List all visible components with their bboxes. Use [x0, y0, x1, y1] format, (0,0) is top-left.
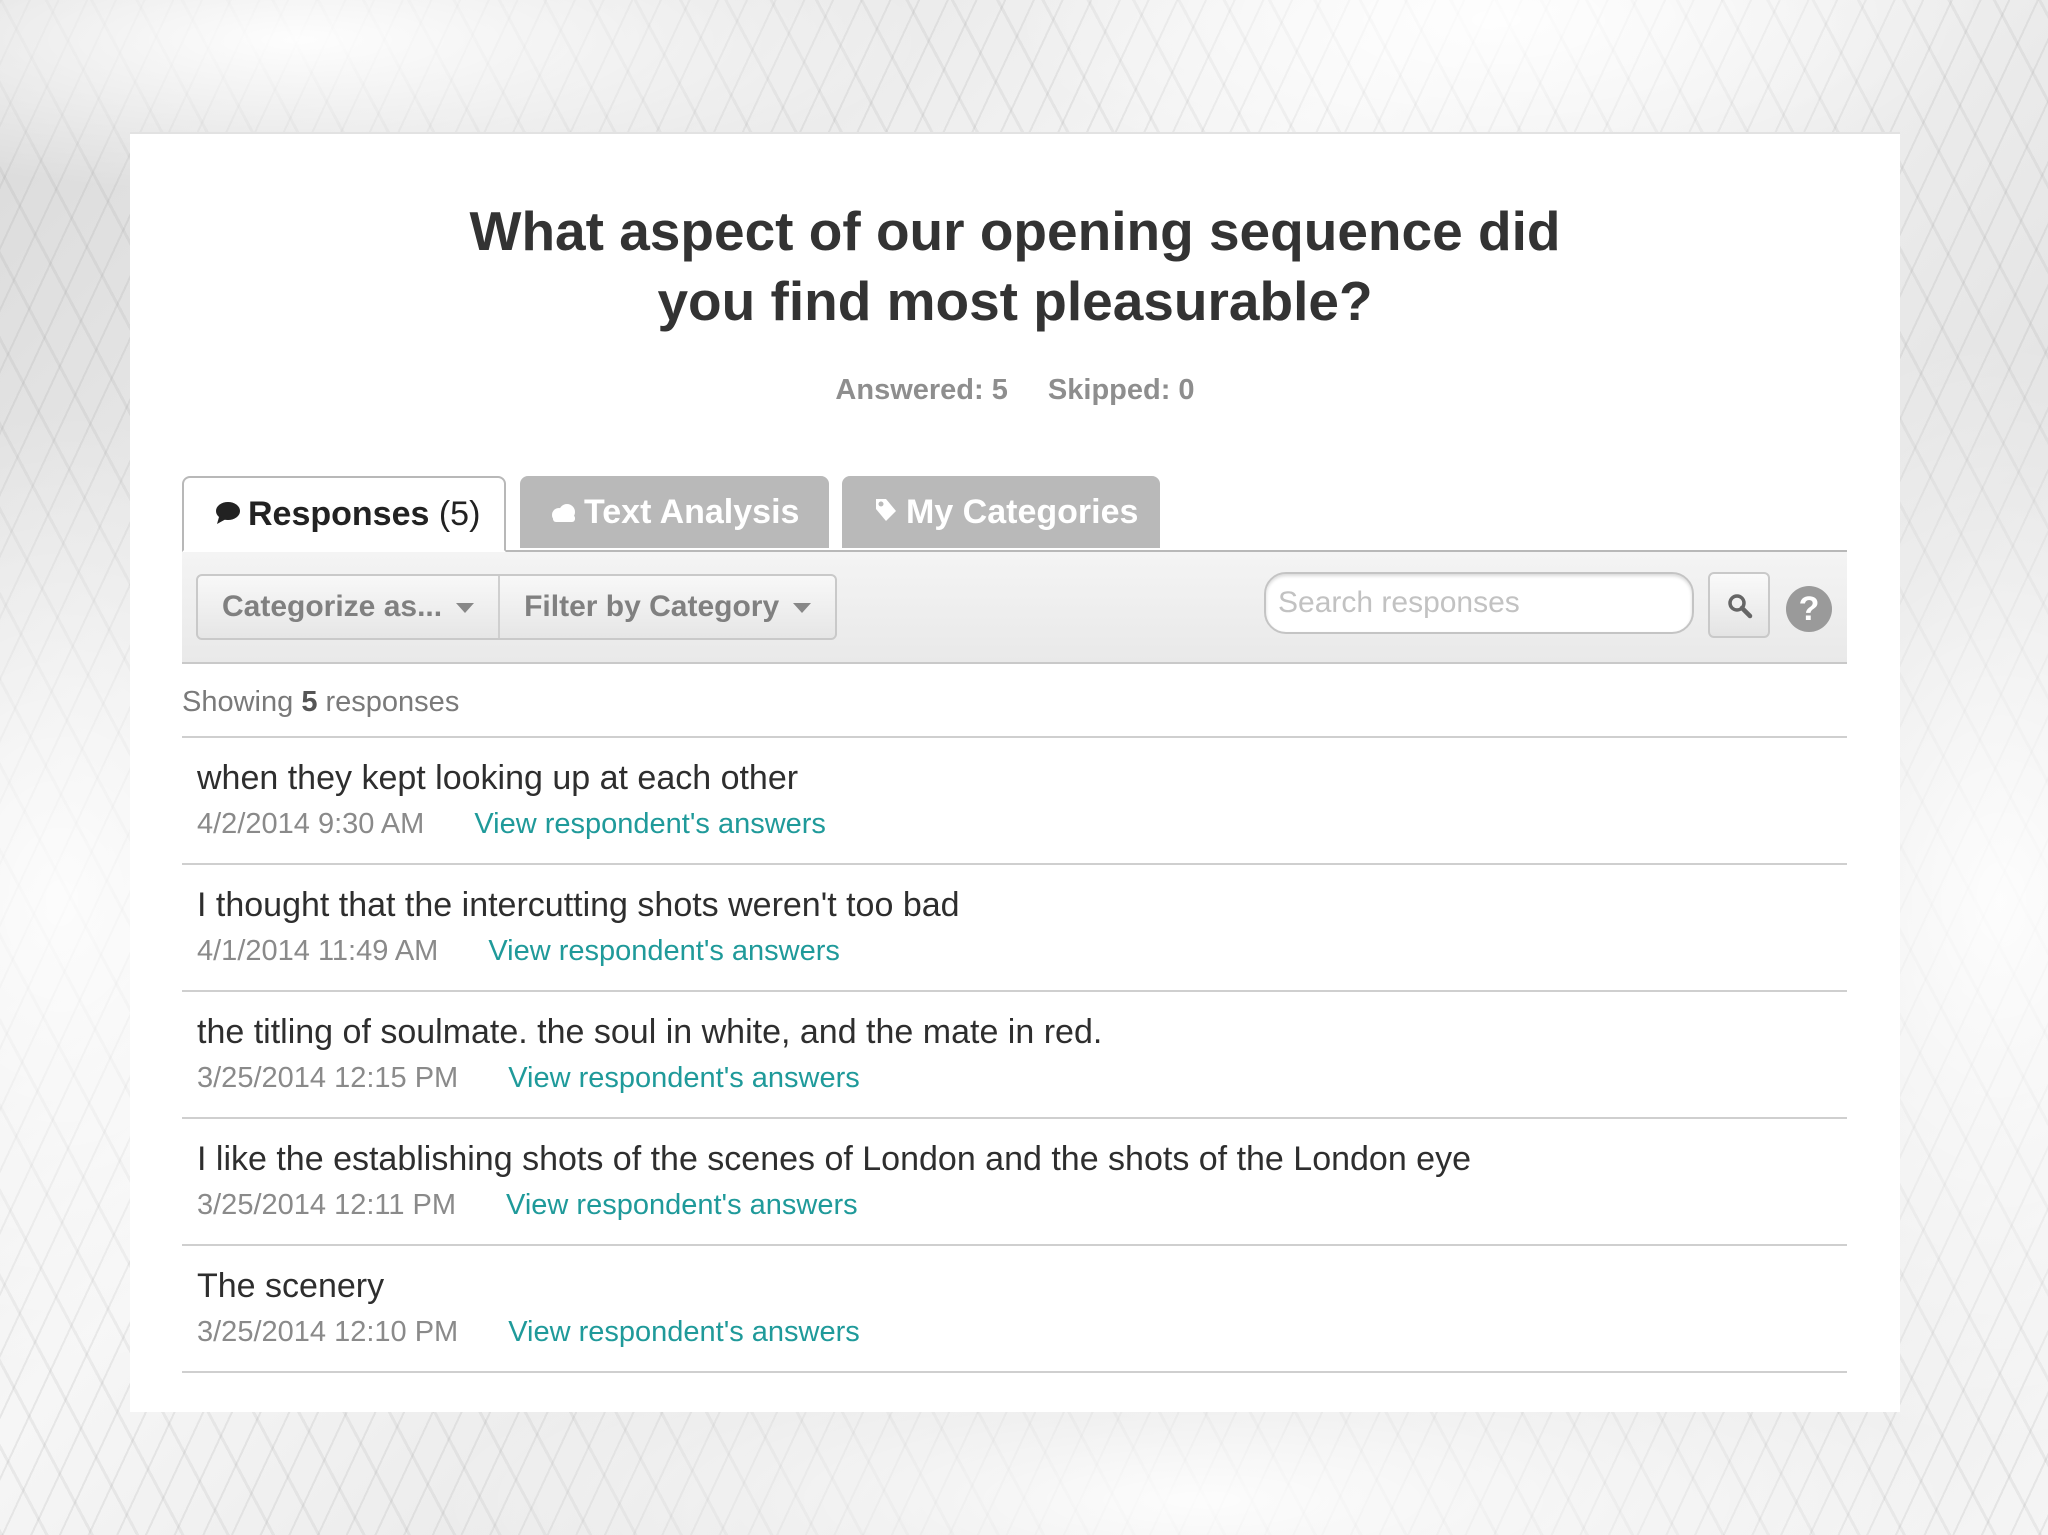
- filter-by-category-label: Filter by Category: [524, 590, 780, 623]
- answer-stats: Answered: 5 Skipped: 0: [130, 374, 1900, 407]
- response-row: I thought that the intercutting shots we…: [182, 865, 1847, 992]
- tag-icon: [872, 476, 900, 548]
- response-meta: 4/2/2014 9:30 AM View respondent's answer…: [197, 804, 1847, 844]
- tab-responses-count: (5): [438, 495, 481, 533]
- response-text: when they kept looking up at each other: [197, 759, 799, 797]
- response-date: 3/25/2014 12:11 PM: [197, 1189, 457, 1221]
- tab-responses[interactable]: Responses (5): [182, 476, 506, 552]
- response-text: the titling of soulmate. the soul in whi…: [197, 1013, 1103, 1051]
- response-meta: 3/25/2014 12:10 PM View respondent's answ…: [197, 1312, 1847, 1352]
- filter-by-category-dropdown[interactable]: Filter by Category: [498, 576, 835, 638]
- response-date: 4/2/2014 9:30 AM: [197, 808, 425, 840]
- answered-count: Answered: 5: [835, 374, 1008, 406]
- search-icon: [1728, 594, 1753, 619]
- search-input[interactable]: [1264, 572, 1694, 634]
- response-row: the titling of soulmate. the soul in whi…: [182, 992, 1847, 1119]
- response-date: 4/1/2014 11:49 AM: [197, 935, 439, 967]
- question-title-line2: you find most pleasurable?: [657, 270, 1373, 332]
- showing-count: 5: [301, 686, 318, 718]
- categorize-as-label: Categorize as...: [222, 590, 443, 623]
- view-respondent-answers-link[interactable]: View respondent's answers: [508, 1062, 860, 1094]
- tab-responses-label: Responses: [248, 495, 430, 533]
- question-title: What aspect of our opening sequence did …: [130, 196, 1900, 336]
- response-date: 3/25/2014 12:15 PM: [197, 1062, 459, 1094]
- response-text: The scenery: [197, 1267, 385, 1305]
- tab-my-categories[interactable]: My Categories: [842, 476, 1160, 548]
- showing-count-text: Showing 5 responses: [182, 686, 459, 719]
- categorize-as-dropdown[interactable]: Categorize as...: [198, 576, 498, 638]
- tab-my-categories-label: My Categories: [906, 493, 1139, 531]
- response-meta: 3/25/2014 12:11 PM View respondent's answ…: [197, 1185, 1847, 1225]
- response-list: when they kept looking up at each other …: [182, 736, 1847, 1373]
- chevron-down-icon: [793, 603, 812, 614]
- response-row: The scenery 3/25/2014 12:10 PM View respo…: [182, 1246, 1847, 1373]
- tab-text-analysis-label: Text Analysis: [584, 493, 800, 531]
- showing-suffix: responses: [325, 686, 460, 718]
- response-meta: 4/1/2014 11:49 AM View respondent's answe…: [197, 931, 1847, 971]
- response-text: I thought that the intercutting shots we…: [197, 886, 960, 924]
- help-icon[interactable]: ?: [1786, 586, 1832, 632]
- chevron-down-icon: [456, 603, 475, 614]
- search-button[interactable]: [1708, 572, 1770, 638]
- view-respondent-answers-link[interactable]: View respondent's answers: [508, 1316, 860, 1348]
- response-row: I like the establishing shots of the sce…: [182, 1119, 1847, 1246]
- response-text: I like the establishing shots of the sce…: [197, 1140, 1472, 1178]
- tab-bar: Responses (5) Text Analysis My Categorie…: [182, 476, 1847, 552]
- view-respondent-answers-link[interactable]: View respondent's answers: [474, 808, 826, 840]
- tab-text-analysis[interactable]: Text Analysis: [520, 476, 829, 548]
- response-date: 3/25/2014 12:10 PM: [197, 1316, 459, 1348]
- view-respondent-answers-link[interactable]: View respondent's answers: [506, 1189, 858, 1221]
- skipped-count: Skipped: 0: [1047, 374, 1195, 406]
- question-title-line1: What aspect of our opening sequence did: [469, 200, 1561, 262]
- category-button-group: Categorize as... Filter by Category: [196, 574, 838, 640]
- speech-bubble-icon: [214, 478, 242, 550]
- response-toolbar: Categorize as... Filter by Category ?: [182, 552, 1847, 664]
- response-row: when they kept looking up at each other …: [182, 738, 1847, 865]
- showing-prefix: Showing: [182, 686, 294, 718]
- response-meta: 3/25/2014 12:15 PM View respondent's answ…: [197, 1058, 1847, 1098]
- view-respondent-answers-link[interactable]: View respondent's answers: [488, 935, 840, 967]
- cloud-icon: [550, 476, 578, 548]
- question-panel: What aspect of our opening sequence did …: [130, 132, 1900, 1412]
